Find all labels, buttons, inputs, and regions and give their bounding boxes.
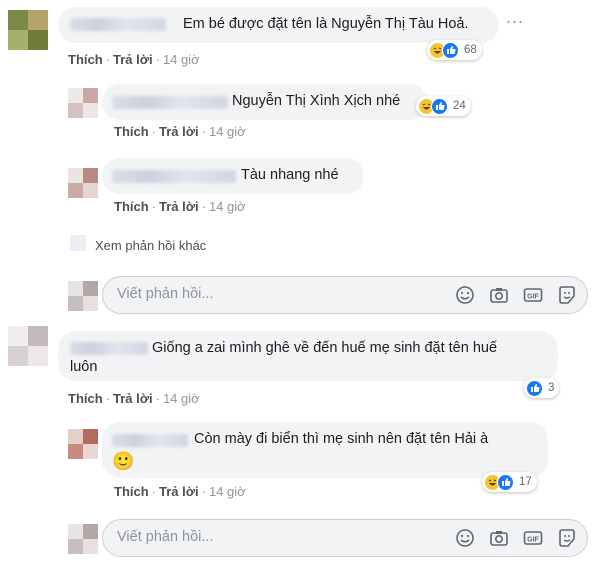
like-link[interactable]: Thích [68, 391, 103, 406]
camera-icon[interactable] [489, 528, 509, 548]
avatar [68, 524, 98, 554]
blurred-author-name[interactable] [70, 342, 148, 355]
like-reaction-icon [442, 41, 459, 59]
like-reaction-icon [431, 97, 448, 115]
comment-bubble: Em bé được đặt tên là Nguyễn Thị Tàu Hoả… [58, 7, 499, 43]
emoji-icon[interactable] [455, 528, 475, 548]
more-options-icon[interactable]: ... [506, 7, 524, 28]
blurred-author-name[interactable] [70, 18, 166, 31]
comment-text-continued: luôn [70, 359, 98, 375]
reply-text: Tàu nhang nhé [241, 167, 339, 183]
blurred-author-name[interactable] [112, 170, 236, 183]
svg-text:GIF: GIF [527, 293, 539, 300]
reaction-summary[interactable]: 24 [416, 96, 471, 116]
reply-link[interactable]: Trả lời [159, 199, 199, 214]
timestamp[interactable]: 14 giờ [209, 199, 246, 214]
timestamp[interactable]: 14 giờ [163, 391, 200, 406]
camera-icon[interactable] [489, 285, 509, 305]
sticker-icon[interactable] [557, 285, 577, 305]
reaction-summary[interactable]: 68 [427, 40, 482, 60]
reply-link[interactable]: Trả lời [159, 124, 199, 139]
comment-bubble: Giống a zai mình ghê về đến huế mẹ sinh … [58, 331, 558, 381]
reply-bubble: Nguyễn Thị Xình Xịch nhé [102, 84, 427, 120]
like-link[interactable]: Thích [114, 199, 149, 214]
gif-icon[interactable]: GIF [523, 285, 543, 305]
avatar[interactable] [68, 168, 98, 198]
reply-actions: Thích · Trả lời · 14 giờ [114, 199, 246, 214]
avatar[interactable] [8, 10, 48, 50]
like-link[interactable]: Thích [114, 124, 149, 139]
reply-input[interactable]: Viết phản hồi... GIF [102, 276, 588, 314]
sticker-icon[interactable] [557, 528, 577, 548]
comment-actions: Thích · Trả lời · 14 giờ [68, 391, 200, 406]
comment-text: Giống a zai mình ghê về đến huế mẹ sinh … [152, 340, 498, 356]
avatar[interactable] [68, 429, 98, 459]
reaction-summary[interactable]: 17 [482, 472, 537, 492]
timestamp[interactable]: 14 giờ [209, 484, 246, 499]
reply-actions: Thích · Trả lời · 14 giờ [114, 484, 246, 499]
blurred-author-name[interactable] [112, 434, 188, 447]
avatar[interactable] [68, 88, 98, 118]
reply-bubble: Còn mày đi biển thì mẹ sinh nên đặt tên … [102, 422, 548, 478]
like-link[interactable]: Thích [68, 52, 103, 67]
reply-bubble: Tàu nhang nhé [102, 158, 364, 194]
reaction-summary[interactable]: 3 [524, 378, 560, 398]
timestamp[interactable]: 14 giờ [209, 124, 246, 139]
reply-text: Còn mày đi biển thì mẹ sinh nên đặt tên … [194, 431, 489, 447]
like-reaction-icon [497, 473, 514, 491]
reply-link[interactable]: Trả lời [113, 52, 153, 67]
reply-actions: Thích · Trả lời · 14 giờ [114, 124, 246, 139]
see-more-replies-link[interactable]: Xem phản hồi khác [95, 238, 206, 253]
reply-text: Nguyễn Thị Xình Xịch nhé [232, 93, 401, 109]
avatar [68, 281, 98, 311]
reply-input[interactable]: Viết phản hồi... GIF [102, 519, 588, 557]
blurred-author-name[interactable] [112, 96, 228, 109]
timestamp[interactable]: 14 giờ [163, 52, 200, 67]
comment-text: Em bé được đặt tên là Nguyễn Thị Tàu Hoả… [183, 16, 469, 32]
reply-link[interactable]: Trả lời [159, 484, 199, 499]
like-link[interactable]: Thích [114, 484, 149, 499]
like-reaction-icon [526, 379, 543, 397]
gif-icon[interactable]: GIF [523, 528, 543, 548]
reply-link[interactable]: Trả lời [113, 391, 153, 406]
emoji-icon[interactable] [455, 285, 475, 305]
svg-text:GIF: GIF [527, 536, 539, 543]
see-more-replies-icon [70, 235, 86, 251]
smile-emoji-icon: 🙂 [112, 451, 135, 471]
avatar[interactable] [8, 326, 48, 366]
comment-actions: Thích · Trả lời · 14 giờ [68, 52, 200, 67]
